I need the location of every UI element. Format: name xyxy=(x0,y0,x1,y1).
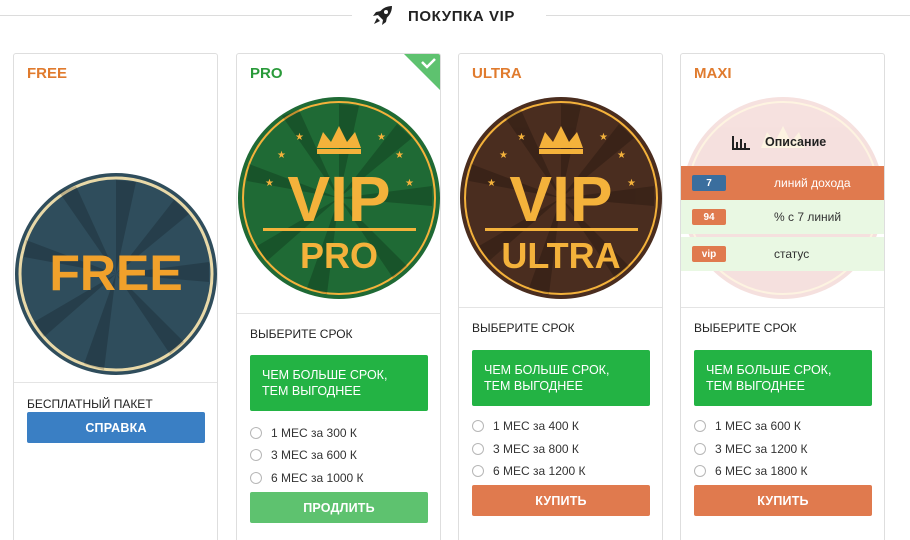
radio-button[interactable] xyxy=(472,420,484,432)
row-text: статус xyxy=(774,247,810,261)
promo-line: ЧЕМ БОЛЬШЕ СРОК, xyxy=(706,363,832,377)
period-option[interactable]: 3 МЕС за 1200 К xyxy=(694,440,808,458)
row-text: % с 7 линий xyxy=(774,210,842,224)
option-label: 1 МЕС за 600 К xyxy=(715,419,801,433)
option-label: 6 МЕС за 1200 К xyxy=(493,464,586,478)
svg-text:★: ★ xyxy=(277,150,286,161)
period-label: ВЫБЕРИТЕ СРОК xyxy=(694,321,797,335)
svg-text:★: ★ xyxy=(405,178,414,189)
svg-text:★: ★ xyxy=(265,178,274,189)
promo-line: ТЕМ ВЫГОДНЕЕ xyxy=(262,384,361,398)
promo-banner: ЧЕМ БОЛЬШЕ СРОК, ТЕМ ВЫГОДНЕЕ xyxy=(250,355,428,411)
svg-text:★: ★ xyxy=(377,132,386,143)
svg-text:★: ★ xyxy=(627,178,636,189)
period-label: ВЫБЕРИТЕ СРОК xyxy=(472,321,575,335)
description-row: vip статус xyxy=(681,237,884,271)
page-title: ПОКУПКА VIP xyxy=(408,7,516,25)
plan-name: PRO xyxy=(250,65,283,82)
card-divider xyxy=(237,313,440,314)
promo-line: ТЕМ ВЫГОДНЕЕ xyxy=(484,379,583,393)
svg-text:★: ★ xyxy=(599,132,608,143)
rocket-icon xyxy=(373,6,392,25)
header-divider-left xyxy=(0,15,352,16)
period-option[interactable]: 6 МЕС за 1200 К xyxy=(472,462,586,480)
buy-button[interactable]: КУПИТЬ xyxy=(694,485,872,516)
description-row: 94 % с 7 линий xyxy=(681,200,884,234)
buy-button[interactable]: КУПИТЬ xyxy=(472,485,650,516)
svg-text:★: ★ xyxy=(499,150,508,161)
radio-button[interactable] xyxy=(694,420,706,432)
option-label: 1 МЕС за 400 К xyxy=(493,419,579,433)
period-label: ВЫБЕРИТЕ СРОК xyxy=(250,327,353,341)
promo-banner: ЧЕМ БОЛЬШЕ СРОК, ТЕМ ВЫГОДНЕЕ xyxy=(472,350,650,406)
vip-pro-badge-image: ★ ★ ★ ★ ★ ★ VIP PRO xyxy=(238,97,440,299)
card-divider xyxy=(14,382,217,383)
free-package-label: БЕСПЛАТНЫЙ ПАКЕТ xyxy=(27,397,153,411)
row-value-badge: 94 xyxy=(692,209,726,225)
period-option[interactable]: 3 МЕС за 600 К xyxy=(250,446,357,464)
promo-line: ЧЕМ БОЛЬШЕ СРОК, xyxy=(484,363,610,377)
radio-button[interactable] xyxy=(472,443,484,455)
period-option[interactable]: 1 МЕС за 300 К xyxy=(250,424,357,442)
period-option[interactable]: 6 МЕС за 1000 К xyxy=(250,469,364,487)
option-label: 1 МЕС за 300 К xyxy=(271,426,357,440)
promo-line: ТЕМ ВЫГОДНЕЕ xyxy=(706,379,805,393)
svg-text:★: ★ xyxy=(617,150,626,161)
promo-banner: ЧЕМ БОЛЬШЕ СРОК, ТЕМ ВЫГОДНЕЕ xyxy=(694,350,872,406)
renew-button[interactable]: ПРОДЛИТЬ xyxy=(250,492,428,523)
option-label: 3 МЕС за 1200 К xyxy=(715,442,808,456)
svg-text:★: ★ xyxy=(395,150,404,161)
period-option[interactable]: 6 МЕС за 1800 К xyxy=(694,462,808,480)
period-option[interactable]: 1 МЕС за 600 К xyxy=(694,417,801,435)
radio-button[interactable] xyxy=(250,449,262,461)
plan-card-pro: PRO ★ ★ ★ ★ ★ ★ VIP PRO ВЫБЕРИТЕ СРОК ЧЕМ БО… xyxy=(236,53,441,540)
plan-card-free: FREE FREE БЕСПЛАТНЫЙ ПАКЕТ СПРАВКА xyxy=(13,53,218,540)
radio-button[interactable] xyxy=(694,443,706,455)
period-option[interactable]: 1 МЕС за 400 К xyxy=(472,417,579,435)
promo-line: ЧЕМ БОЛЬШЕ СРОК, xyxy=(262,368,388,382)
badge-subtext: PRO xyxy=(300,235,378,276)
plan-card-maxi: MAXI Описание 7 линий дохода 94 % с 7 ли… xyxy=(680,53,885,540)
bar-chart-icon xyxy=(732,136,750,150)
svg-text:★: ★ xyxy=(487,178,496,189)
description-row: 7 линий дохода xyxy=(681,166,884,200)
badge-text: FREE xyxy=(49,245,182,301)
plan-card-ultra: ULTRA ★ ★ ★ ★ ★ ★ VIP ULTRA ВЫБЕРИТЕ СРОК ЧЕ… xyxy=(458,53,663,540)
row-text: линий дохода xyxy=(774,176,851,190)
help-button[interactable]: СПРАВКА xyxy=(27,412,205,443)
row-value-badge: 7 xyxy=(692,175,726,191)
option-label: 3 МЕС за 600 К xyxy=(271,448,357,462)
card-divider xyxy=(681,307,884,308)
badge-text: VIP xyxy=(287,163,390,235)
svg-text:★: ★ xyxy=(517,132,526,143)
vip-ultra-badge-image: ★ ★ ★ ★ ★ ★ VIP ULTRA xyxy=(460,97,662,299)
radio-button[interactable] xyxy=(694,465,706,477)
row-value-badge: vip xyxy=(692,246,726,262)
svg-text:★: ★ xyxy=(295,132,304,143)
card-divider xyxy=(459,307,662,308)
description-header: Описание xyxy=(731,134,826,150)
option-label: 6 МЕС за 1800 К xyxy=(715,464,808,478)
page-header: ПОКУПКА VIP xyxy=(0,0,910,32)
option-label: 6 МЕС за 1000 К xyxy=(271,471,364,485)
plan-name: FREE xyxy=(27,65,68,82)
selected-check-icon xyxy=(404,54,440,90)
badge-text: VIP xyxy=(509,163,612,235)
free-badge-image: FREE xyxy=(15,173,217,375)
header-divider-right xyxy=(546,15,910,16)
period-option[interactable]: 3 МЕС за 800 К xyxy=(472,440,579,458)
radio-button[interactable] xyxy=(250,472,262,484)
header-title-group: ПОКУПКА VIP xyxy=(370,4,515,28)
radio-button[interactable] xyxy=(250,427,262,439)
plan-name: MAXI xyxy=(694,65,732,82)
description-title: Описание xyxy=(765,135,827,149)
option-label: 3 МЕС за 800 К xyxy=(493,442,579,456)
radio-button[interactable] xyxy=(472,465,484,477)
badge-subtext: ULTRA xyxy=(501,235,620,276)
plan-name: ULTRA xyxy=(472,65,522,82)
